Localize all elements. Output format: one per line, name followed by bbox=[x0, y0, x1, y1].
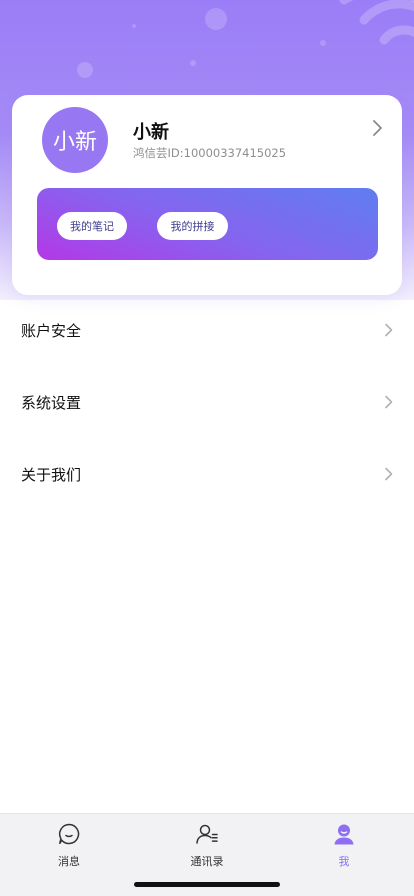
my-splice-label: 我的拼接 bbox=[170, 220, 215, 233]
home-indicator[interactable] bbox=[134, 882, 280, 887]
avatar-text: 小新 bbox=[52, 130, 97, 155]
decor-bubble bbox=[77, 62, 93, 78]
tab-label: 通讯录 bbox=[190, 855, 224, 868]
menu-item-label: 账户安全 bbox=[21, 321, 82, 340]
chevron-right-icon bbox=[385, 323, 393, 337]
chat-icon bbox=[58, 823, 80, 845]
my-notes-label: 我的笔记 bbox=[70, 220, 114, 233]
tab-me[interactable]: 我 bbox=[304, 814, 384, 874]
decor-bubble bbox=[132, 24, 136, 28]
my-notes-button[interactable]: 我的笔记 bbox=[57, 212, 127, 240]
menu-item-account-security[interactable]: 账户安全 bbox=[0, 300, 414, 360]
avatar[interactable]: 小新 bbox=[42, 107, 108, 173]
decor-bubble bbox=[205, 8, 227, 30]
chevron-right-icon bbox=[385, 467, 393, 481]
fingerprint-decor-icon bbox=[339, 0, 414, 45]
tab-label: 消息 bbox=[58, 855, 80, 868]
contacts-icon bbox=[196, 824, 218, 844]
my-splice-button[interactable]: 我的拼接 bbox=[157, 212, 228, 240]
menu-item-label: 关于我们 bbox=[21, 465, 82, 484]
menu-item-system-settings[interactable]: 系统设置 bbox=[0, 372, 414, 432]
tab-messages[interactable]: 消息 bbox=[29, 814, 109, 874]
chevron-right-icon[interactable] bbox=[371, 119, 383, 137]
chevron-right-icon bbox=[385, 395, 393, 409]
decor-bubble bbox=[190, 60, 196, 66]
user-name: 小新 bbox=[133, 122, 169, 143]
tab-label: 我 bbox=[338, 855, 350, 868]
menu-item-label: 系统设置 bbox=[21, 393, 82, 412]
tab-contacts[interactable]: 通讯录 bbox=[167, 814, 247, 874]
user-icon bbox=[334, 824, 354, 845]
user-id: 鸿信芸ID:10000337415025 bbox=[133, 146, 287, 160]
menu-item-about-us[interactable]: 关于我们 bbox=[0, 444, 414, 504]
